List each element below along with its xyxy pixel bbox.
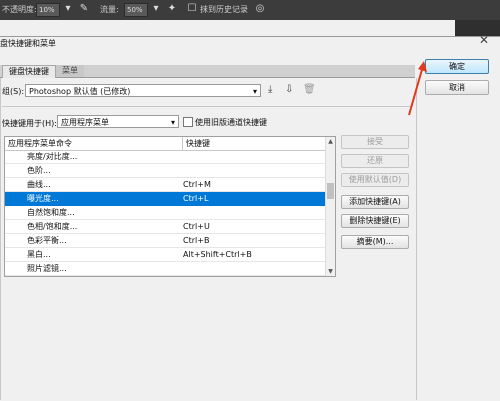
legacy-channel-checkbox[interactable] xyxy=(183,117,193,127)
flow-input[interactable]: 50% xyxy=(124,3,148,17)
opacity-input[interactable]: 10% xyxy=(36,3,60,17)
shortcuts-table: 应用程序菜单命令 快捷键 亮度/对比度... 色阶... 曲线... Ctrl+M… xyxy=(4,136,336,277)
photoshop-options-bar: 不透明度: 10% ▾ ✎ 流量: 50% ▾ ✦ ☐ 抹到历史记录 ◎ xyxy=(0,0,500,20)
trash-icon[interactable]: 🗑 xyxy=(303,84,316,96)
table-header: 应用程序菜单命令 快捷键 xyxy=(5,137,327,151)
shortcuts-for-label: 快捷键用于(H): xyxy=(2,119,57,128)
save-set-as-icon[interactable]: ⇩ xyxy=(285,84,297,96)
table-row[interactable]: 自然饱和度... xyxy=(5,206,327,220)
group-label: 组(S): xyxy=(2,87,25,96)
table-row[interactable]: 黑白... Alt+Shift+Ctrl+B xyxy=(5,248,327,262)
save-set-icon[interactable]: ⤓ xyxy=(268,84,280,96)
scroll-down-icon[interactable]: ▼ xyxy=(326,267,335,276)
shortcuts-for-select[interactable]: 应用程序菜单 ▾ xyxy=(57,115,179,128)
table-row-selected[interactable]: 曝光度... Ctrl+L xyxy=(5,192,327,206)
divider xyxy=(2,106,412,107)
table-row[interactable]: 曲线... Ctrl+M xyxy=(5,178,327,192)
annotation-arrow-icon xyxy=(408,61,427,116)
close-icon[interactable]: ✕ xyxy=(476,33,492,49)
table-row[interactable]: 照片滤镜... xyxy=(5,262,327,276)
group-select-value: Photoshop 默认值 (已修改) xyxy=(29,87,131,96)
tab-menus[interactable]: 菜单 xyxy=(56,65,84,77)
legacy-channel-label: 使用旧版通道快捷键 xyxy=(195,118,267,127)
table-row[interactable]: 色彩平衡... Ctrl+B xyxy=(5,234,327,248)
pressure-size-icon[interactable]: ◎ xyxy=(254,3,266,15)
group-select[interactable]: Photoshop 默认值 (已修改) ▾ xyxy=(25,84,261,97)
column-header-shortcut[interactable]: 快捷键 xyxy=(183,137,327,150)
erase-to-history-checkbox[interactable]: ☐ xyxy=(186,3,198,15)
chevron-down-icon: ▾ xyxy=(252,87,257,96)
tab-strip: 键盘快捷键 菜单 xyxy=(0,65,415,78)
accept-button[interactable]: 接受 xyxy=(341,135,409,149)
dropdown-arrow-icon[interactable]: ▾ xyxy=(62,3,74,15)
column-header-command[interactable]: 应用程序菜单命令 xyxy=(5,137,183,150)
tab-keyboard-shortcuts[interactable]: 键盘快捷键 xyxy=(2,65,56,78)
airbrush-icon[interactable]: ✦ xyxy=(166,3,178,15)
shortcuts-for-value: 应用程序菜单 xyxy=(61,118,109,127)
scroll-thumb[interactable] xyxy=(327,183,334,199)
summary-button[interactable]: 摘要(M)... xyxy=(341,235,409,249)
ok-button[interactable]: 确定 xyxy=(425,59,489,74)
dialog-title: 盘快捷键和菜单 xyxy=(0,39,56,48)
add-shortcut-button[interactable]: 添加快捷键(A) xyxy=(341,195,409,209)
table-row[interactable]: 色阶... xyxy=(5,164,327,178)
flow-label: 流量: xyxy=(100,5,119,14)
dropdown-arrow-icon[interactable]: ▾ xyxy=(150,3,162,15)
table-row[interactable]: 亮度/对比度... xyxy=(5,150,327,164)
opacity-label: 不透明度: xyxy=(2,5,37,14)
delete-shortcut-button[interactable]: 删除快捷键(E) xyxy=(341,214,409,228)
chevron-down-icon: ▾ xyxy=(170,118,175,127)
table-row[interactable]: 色相/饱和度... Ctrl+U xyxy=(5,220,327,234)
scroll-up-icon[interactable]: ▲ xyxy=(326,137,335,146)
erase-to-history-label: 抹到历史记录 xyxy=(200,5,248,14)
use-default-button[interactable]: 使用默认值(D) xyxy=(341,173,409,187)
cancel-button[interactable]: 取消 xyxy=(425,80,489,95)
undo-button[interactable]: 还原 xyxy=(341,154,409,168)
pressure-opacity-icon[interactable]: ✎ xyxy=(78,3,90,15)
table-scrollbar[interactable]: ▲ ▼ xyxy=(325,137,335,276)
